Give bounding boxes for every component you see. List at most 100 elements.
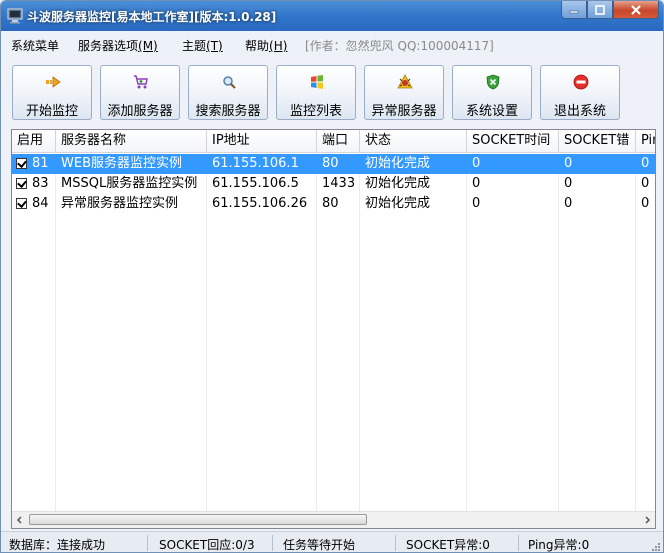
server-name: WEB服务器监控实例: [61, 156, 182, 171]
title-bar[interactable]: 斗波服务器监控[易本地工作室][版本:1.0.28]: [1, 1, 663, 31]
col-port-header[interactable]: 端口: [317, 130, 360, 152]
arrow-right-icon: [46, 76, 61, 88]
maximize-icon: [595, 4, 605, 15]
search-server-button[interactable]: 搜索服务器: [188, 65, 268, 120]
main-window: 斗波服务器监控[易本地工作室][版本:1.0.28] 系统菜单 服务器选项(M)…: [0, 0, 664, 553]
server-list-grid[interactable]: 启用 服务器名称 IP地址 端口 状态 SOCKET时间 SOCKET错 Pin…: [11, 129, 656, 529]
status-socket-reply: SOCKET回应:0/3: [159, 538, 255, 552]
monitor-list-label: 监控列表: [289, 104, 342, 119]
exit-system-button[interactable]: 退出系统: [540, 65, 620, 120]
minimize-button[interactable]: [561, 1, 587, 19]
server-ip: 61.155.106.5: [212, 176, 299, 191]
socket-time: 0: [472, 196, 481, 211]
socket-error: 0: [564, 196, 573, 211]
col-enabled-header[interactable]: 启用: [12, 130, 56, 152]
col-socket-error-header[interactable]: SOCKET错: [559, 130, 636, 152]
cart-add-icon: [134, 75, 148, 89]
menu-theme-accel: (T): [206, 39, 223, 53]
menu-help-label: 帮助: [245, 39, 270, 53]
status-task: 任务等待开始: [283, 538, 356, 552]
maximize-button[interactable]: [587, 1, 613, 19]
server-name: 异常服务器监控实例: [61, 196, 179, 211]
server-status: 初始化完成: [365, 196, 431, 211]
socket-error: 0: [564, 176, 573, 191]
scroll-left-button[interactable]: [12, 512, 28, 528]
chevron-right-icon: [645, 516, 651, 524]
system-settings-button[interactable]: 系统设置: [452, 65, 532, 120]
scroll-right-button[interactable]: [639, 512, 655, 528]
status-socket-error: SOCKET异常:0: [406, 538, 490, 552]
menu-server-options-accel: (M): [138, 39, 158, 53]
table-row[interactable]: 81 WEB服务器监控实例 61.155.106.1 80 初始化完成 0 0 …: [12, 154, 655, 174]
start-monitor-label: 开始监控: [25, 104, 78, 119]
toolbar: 开始监控 添加服务器 搜索服务器 监控列表 异常服务器 系统设置 退出系统: [1, 59, 663, 127]
server-name: MSSQL服务器监控实例: [61, 176, 198, 191]
menu-theme-label: 主题: [182, 39, 207, 53]
scroll-thumb[interactable]: [29, 514, 367, 525]
menu-bar: 系统菜单 服务器选项(M) 主题(T) 帮助(H) [作者：忽然兜风 QQ:10…: [1, 31, 663, 57]
menu-system-label: 系统菜单: [11, 39, 60, 53]
add-server-button[interactable]: 添加服务器: [100, 65, 180, 120]
server-port: 1433: [322, 176, 356, 191]
menu-help[interactable]: 帮助(H): [245, 37, 287, 54]
col-ping-header[interactable]: Pin: [636, 130, 655, 152]
menu-help-accel: (H): [269, 39, 288, 53]
start-monitor-button[interactable]: 开始监控: [12, 65, 92, 120]
abnormal-server-label: 异常服务器: [371, 104, 437, 119]
resize-grip-icon[interactable]: [651, 542, 661, 552]
minimize-icon: [569, 10, 579, 13]
author-info: [作者：忽然兜风 QQ:100004117]: [305, 39, 494, 53]
close-button[interactable]: [613, 1, 659, 19]
close-icon: [631, 4, 641, 15]
socket-error: 0: [564, 156, 573, 171]
warning-bug-icon: [397, 74, 413, 89]
status-ping-error: Ping异常:0: [528, 538, 590, 552]
menu-server-options[interactable]: 服务器选项(M): [78, 37, 158, 54]
server-port: 80: [322, 196, 339, 211]
status-separator: [395, 535, 396, 551]
table-row[interactable]: 84 异常服务器监控实例 61.155.106.26 80 初始化完成 0 0 …: [12, 194, 655, 214]
enable-checkbox[interactable]: [16, 178, 27, 189]
status-separator: [272, 535, 273, 551]
ping-value: 0: [641, 176, 650, 191]
monitor-app-icon: [7, 8, 23, 24]
socket-time: 0: [472, 156, 481, 171]
monitor-list-button[interactable]: 监控列表: [276, 65, 356, 120]
server-status: 初始化完成: [365, 176, 431, 191]
server-port: 80: [322, 156, 339, 171]
add-server-label: 添加服务器: [107, 104, 173, 119]
horizontal-scrollbar[interactable]: [12, 511, 655, 528]
col-status-header[interactable]: 状态: [360, 130, 467, 152]
window-title: 斗波服务器监控[易本地工作室][版本:1.0.28]: [27, 10, 277, 24]
col-name-header[interactable]: 服务器名称: [56, 130, 207, 152]
status-separator: [147, 535, 148, 551]
stop-icon: [573, 74, 589, 90]
shield-settings-icon: [486, 74, 500, 90]
server-id: 84: [32, 196, 49, 211]
status-separator: [518, 535, 519, 551]
enable-checkbox[interactable]: [16, 158, 27, 169]
windows-flag-icon: [311, 75, 323, 89]
col-socket-time-header[interactable]: SOCKET时间: [467, 130, 559, 152]
abnormal-server-button[interactable]: 异常服务器: [364, 65, 444, 120]
magnifier-icon: [223, 76, 236, 89]
col-ip-header[interactable]: IP地址: [207, 130, 317, 152]
server-id: 81: [32, 156, 49, 171]
status-database: 数据库：连接成功: [9, 538, 106, 552]
system-settings-label: 系统设置: [465, 104, 518, 119]
socket-time: 0: [472, 176, 481, 191]
exit-system-label: 退出系统: [553, 104, 606, 119]
enable-checkbox[interactable]: [16, 198, 27, 209]
grid-header: 启用 服务器名称 IP地址 端口 状态 SOCKET时间 SOCKET错 Pin: [12, 130, 655, 153]
table-row[interactable]: 83 MSSQL服务器监控实例 61.155.106.5 1433 初始化完成 …: [12, 174, 655, 194]
chevron-left-icon: [16, 516, 22, 524]
ping-value: 0: [641, 156, 650, 171]
menu-system[interactable]: 系统菜单: [11, 37, 59, 54]
search-server-label: 搜索服务器: [195, 104, 261, 119]
menu-theme[interactable]: 主题(T): [182, 37, 223, 54]
server-id: 83: [32, 176, 49, 191]
menu-server-options-label: 服务器选项: [78, 39, 139, 53]
status-bar: 数据库：连接成功 SOCKET回应:0/3 任务等待开始 SOCKET异常:0 …: [1, 531, 663, 552]
server-status: 初始化完成: [365, 156, 431, 171]
server-ip: 61.155.106.1: [212, 156, 299, 171]
